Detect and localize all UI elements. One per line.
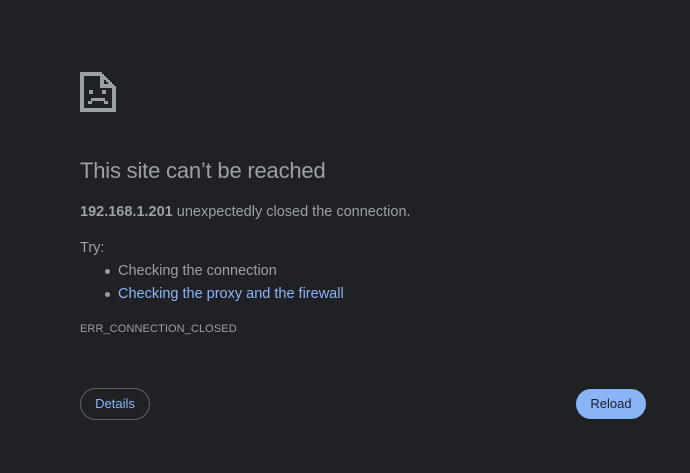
error-message: unexpectedly closed the connection. xyxy=(172,204,411,220)
reload-button[interactable]: Reload xyxy=(576,389,646,419)
sad-document-icon xyxy=(80,72,116,112)
bullet-icon xyxy=(105,292,110,297)
error-host: 192.168.1.201 xyxy=(80,204,173,220)
try-label: Try: xyxy=(80,240,105,256)
error-code: ERR_CONNECTION_CLOSED xyxy=(80,323,237,335)
suggestion-check-connection: Checking the connection xyxy=(118,263,277,279)
error-title: This site can’t be reached xyxy=(80,158,326,183)
bullet-icon xyxy=(105,269,110,274)
suggestion-check-proxy-link[interactable]: Checking the proxy and the firewall xyxy=(118,286,344,302)
details-button[interactable]: Details xyxy=(80,388,150,420)
suggestions-list: Checking the connection Checking the pro… xyxy=(80,260,344,306)
error-summary: 192.168.1.201 unexpectedly closed the co… xyxy=(80,202,411,222)
suggestion-item: Checking the connection xyxy=(80,260,344,283)
error-page: This site can’t be reached 192.168.1.201… xyxy=(0,0,690,473)
suggestion-item: Checking the proxy and the firewall xyxy=(80,283,344,306)
